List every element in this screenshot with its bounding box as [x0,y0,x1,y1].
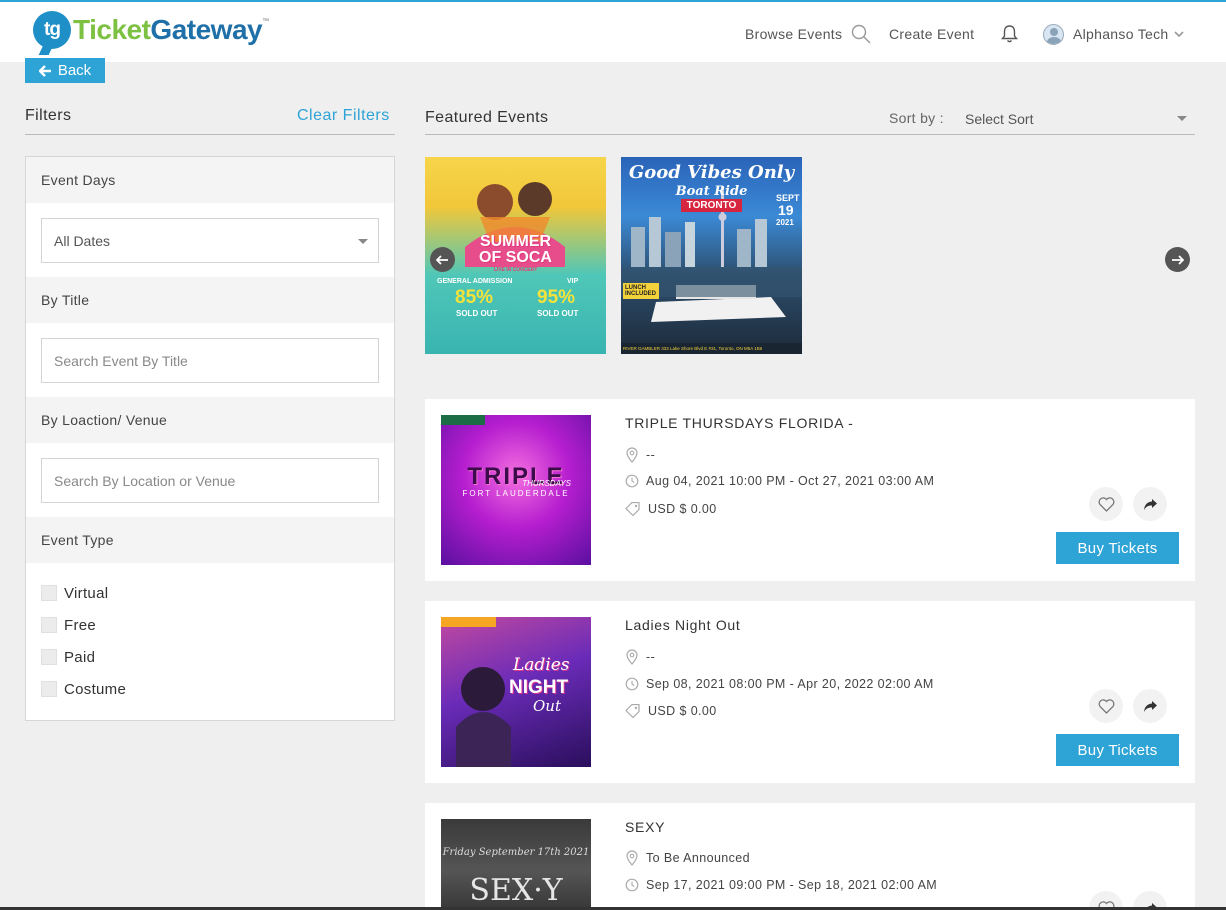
location-pin-icon [626,850,638,866]
heart-icon [1098,698,1114,714]
checkbox[interactable] [41,585,57,601]
event-thumbnail[interactable]: Ladies NIGHT Out [441,617,591,767]
event-type-options: Virtual Free Paid Costume [26,563,394,705]
create-event-label: Create Event [889,26,975,42]
nav-create-event[interactable]: Create Event [889,22,974,46]
notification-bell[interactable] [1000,22,1019,46]
event-dates: Aug 04, 2021 10:00 PM - Oct 27, 2021 03:… [625,474,934,488]
share-button[interactable] [1133,689,1167,723]
event-title[interactable]: Ladies Night Out [625,617,740,633]
carousel-prev-button[interactable] [430,247,455,272]
share-arrow-icon [1143,498,1157,510]
event-thumbnail[interactable]: Friday September 17th 2021 SEX·Y [441,819,591,907]
location-pin-icon [626,649,638,665]
event-type-virtual[interactable]: Virtual [41,577,379,609]
logo-badge: tg [33,11,71,49]
share-button[interactable] [1133,891,1167,907]
back-button[interactable]: Back [25,58,105,83]
share-arrow-icon [1143,700,1157,712]
checkbox[interactable] [41,681,57,697]
buy-tickets-button[interactable]: Buy Tickets [1056,532,1179,564]
event-card[interactable]: Friday September 17th 2021 SEX·Y SEXY To… [425,803,1195,907]
user-name: Alphanso Tech [1073,26,1169,42]
event-price: USD $ 0.00 [625,502,717,516]
bell-icon[interactable] [1000,24,1019,44]
back-label: Back [57,62,92,79]
event-type-free[interactable]: Free [41,609,379,641]
location-pin-icon [626,447,638,463]
location-search-field [41,458,379,503]
search-icon[interactable] [851,24,871,44]
browse-events-label: Browse Events [745,26,843,42]
sort-label: Sort by : [889,110,944,126]
filter-panel: Event Days All Dates By Title By Loactio… [25,156,395,721]
favorite-button[interactable] [1089,891,1123,907]
title-search-input[interactable] [54,352,378,369]
event-location: -- [625,447,655,463]
sort-select[interactable]: Select Sort [955,104,1195,134]
event-dates: Sep 08, 2021 08:00 PM - Apr 20, 2022 02:… [625,677,934,691]
featured-events-title: Featured Events [425,109,549,126]
arrow-left-icon [38,64,51,77]
checkbox[interactable] [41,649,57,665]
sort-value: Select Sort [965,111,1034,127]
event-card[interactable]: TRIPLE THURSDAYS FORT LAUDERDALE TRIPLE … [425,399,1195,581]
clock-icon [625,474,639,488]
top-header: tg TicketGateway ™ Browse Events Create … [0,0,1226,62]
by-location-heading: By Loaction/ Venue [26,397,394,443]
arrow-left-icon [436,254,448,265]
filters-title: Filters [25,107,72,124]
event-days-heading: Event Days [26,157,394,203]
event-type-costume[interactable]: Costume [41,673,379,705]
title-search-field [41,338,379,383]
clear-filters-link[interactable]: Clear Filters [297,107,390,125]
event-card[interactable]: Ladies NIGHT Out Ladies Night Out -- Sep… [425,601,1195,783]
event-type-paid[interactable]: Paid [41,641,379,673]
share-button[interactable] [1133,487,1167,521]
event-days-select[interactable]: All Dates [41,218,379,263]
chevron-down-icon [1173,31,1184,38]
arrow-right-icon [1172,254,1184,265]
filters-divider [25,134,395,135]
logo-wordmark: TicketGateway [73,14,263,45]
ticketgateway-logo[interactable]: tg TicketGateway ™ [33,10,269,50]
clock-icon [625,677,639,691]
favorite-button[interactable] [1089,689,1123,723]
location-search-input[interactable] [54,472,378,489]
event-dates: Sep 17, 2021 09:00 PM - Sep 18, 2021 02:… [625,878,937,892]
heart-icon [1098,496,1114,512]
clock-icon [625,878,639,892]
ticket-tag-icon [625,502,640,516]
event-title[interactable]: TRIPLE THURSDAYS FLORIDA - [625,415,854,431]
buy-tickets-button[interactable]: Buy Tickets [1056,734,1179,766]
logo-trademark: ™ [262,18,270,25]
by-title-heading: By Title [26,277,394,323]
event-title[interactable]: SEXY [625,819,665,835]
caret-down-icon [358,239,368,244]
event-type-heading: Event Type [26,517,394,563]
ticket-tag-icon [625,704,640,718]
nav-browse-events[interactable]: Browse Events [745,22,871,46]
featured-slide-good-vibes-boat-ride[interactable]: Good Vibes Only Boat Ride TORONTO SEPT 1… [621,157,802,354]
event-thumbnail[interactable]: TRIPLE THURSDAYS FORT LAUDERDALE [441,415,591,565]
event-location: To Be Announced [625,850,750,866]
event-days-value: All Dates [54,232,111,249]
checkbox[interactable] [41,617,57,633]
avatar [1043,23,1064,45]
event-price: USD $ 0.00 [625,704,717,718]
user-menu[interactable]: Alphanso Tech [1043,22,1184,46]
event-location: -- [625,649,655,665]
caret-down-icon [1177,116,1187,121]
carousel-next-button[interactable] [1165,247,1190,272]
featured-divider [425,134,1195,135]
favorite-button[interactable] [1089,487,1123,521]
